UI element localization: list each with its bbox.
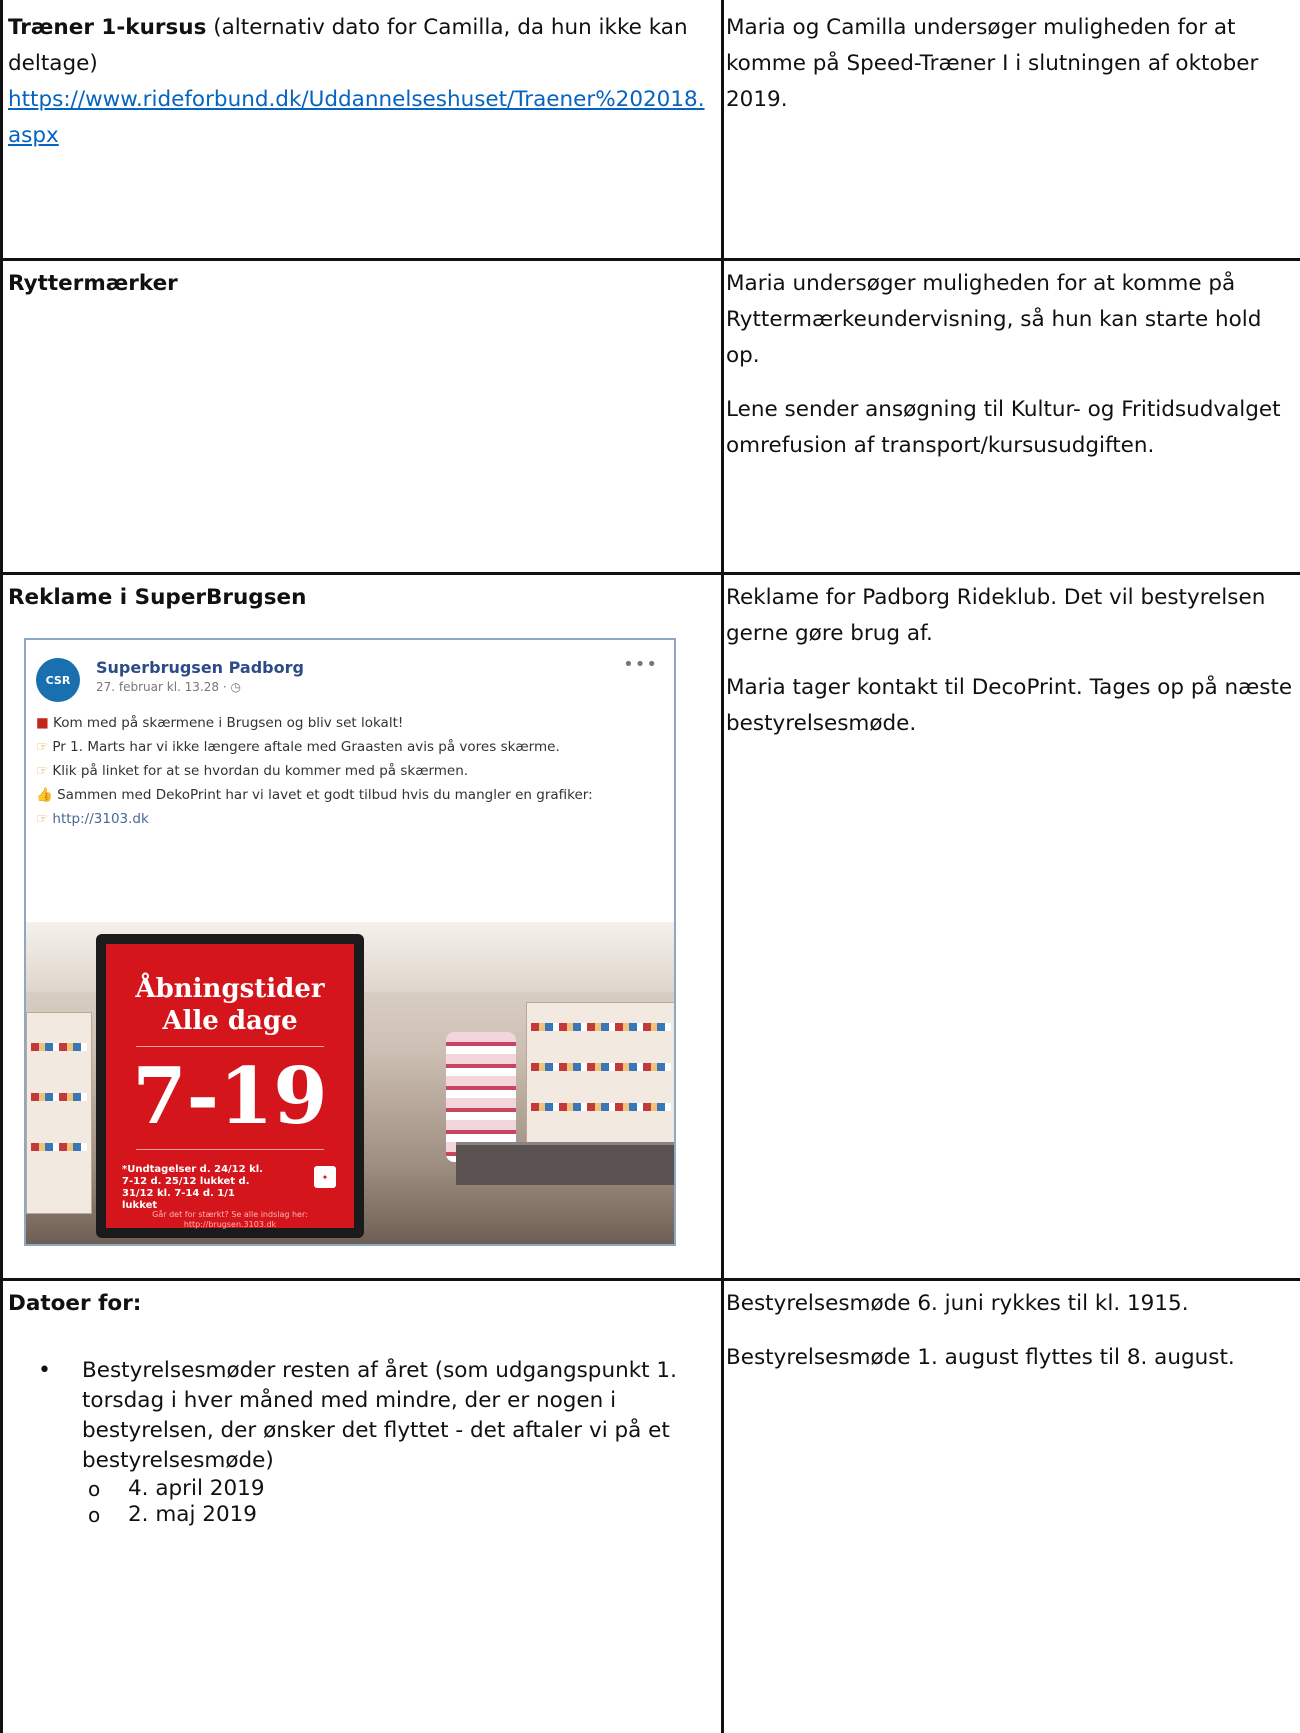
shelf xyxy=(26,1012,92,1214)
sign-footer: Går det for stærkt? Se alle indslag her:… xyxy=(152,1210,308,1229)
sign-screen: Åbningstider Alle dage 7-19 *Undtagelser… xyxy=(106,944,354,1229)
globe-icon: ◷ xyxy=(230,680,241,694)
post-page-name: Superbrugsen Padborg xyxy=(96,658,304,677)
row-1-link-wrap: https://www.rideforbund.dk/Uddannelseshu… xyxy=(8,82,710,154)
sub-list-item: o 2. maj 2019 xyxy=(8,1502,710,1528)
row-3-left-cell: Reklame i SuperBrugsen xyxy=(8,580,710,616)
facebook-post-screenshot: CSR Superbrugsen Padborg 27. februar kl.… xyxy=(24,638,676,1246)
post-line: ☞ http://3103.dk xyxy=(36,808,646,830)
row-divider xyxy=(0,572,1300,575)
post-line: 👍 Sammen med DekoPrint har vi lavet et g… xyxy=(36,784,646,806)
bullet-icon: • xyxy=(38,1358,51,1383)
circle-bullet-icon: o xyxy=(88,1477,101,1501)
shelf xyxy=(526,1002,674,1144)
row-divider xyxy=(0,1278,1300,1281)
more-options-icon: ••• xyxy=(623,654,658,675)
row-4-note-2: Bestyrelsesmøde 1. august flyttes til 8.… xyxy=(726,1345,1235,1370)
row-2-title: Ryttermærker xyxy=(8,271,178,296)
post-line-text: Pr 1. Marts har vi ikke længere aftale m… xyxy=(52,739,560,755)
post-link-text: http://3103.dk xyxy=(52,811,149,827)
row-3-note-2: Maria tager kontakt til DecoPrint. Tages… xyxy=(726,675,1293,736)
pointing-hand-icon: ☞ xyxy=(36,763,53,779)
sub-list-item-text: 2. maj 2019 xyxy=(128,1502,257,1527)
sign-divider xyxy=(136,1046,324,1047)
row-4-left-cell: Datoer for: xyxy=(8,1286,710,1322)
post-line: ☞ Klik på linket for at se hvordan du ko… xyxy=(36,760,646,782)
pointing-hand-icon: ☞ xyxy=(36,739,53,755)
row-1-left-cell: Træner 1-kursus (alternativ dato for Cam… xyxy=(8,10,710,154)
post-line-text: Sammen med DekoPrint har vi lavet et god… xyxy=(57,787,593,803)
meeting-dates-list: • Bestyrelsesmøder resten af året (som u… xyxy=(8,1356,710,1528)
red-pin-icon: ■ xyxy=(36,715,54,731)
row-1-note: Maria og Camilla undersøger muligheden f… xyxy=(726,15,1259,112)
row-1-right-cell: Maria og Camilla undersøger muligheden f… xyxy=(726,10,1300,118)
row-1-title: Træner 1-kursus xyxy=(8,15,207,40)
trainer-course-link[interactable]: https://www.rideforbund.dk/Uddannelseshu… xyxy=(8,87,705,148)
thumbs-up-icon: 👍 xyxy=(36,787,58,803)
row-2-note-1: Maria undersøger muligheden for at komme… xyxy=(726,271,1262,368)
pointing-hand-icon: ☞ xyxy=(36,811,53,827)
post-timestamp: 27. februar kl. 13.28 · ◷ xyxy=(96,680,241,694)
sign-heading: Åbningstider xyxy=(135,974,325,1004)
sub-list-item-text: 4. april 2019 xyxy=(128,1476,265,1501)
sign-divider xyxy=(136,1149,324,1150)
row-3-title: Reklame i SuperBrugsen xyxy=(8,585,307,610)
document-page: Træner 1-kursus (alternativ dato for Cam… xyxy=(0,0,1300,1733)
row-2-right-cell: Maria undersøger muligheden for at komme… xyxy=(726,266,1300,464)
sub-list-item: o 4. april 2019 xyxy=(8,1476,710,1502)
post-line-text: Klik på linket for at se hvordan du komm… xyxy=(52,763,469,779)
row-4-title: Datoer for: xyxy=(8,1291,142,1316)
opening-hours-sign: Åbningstider Alle dage 7-19 *Undtagelser… xyxy=(96,934,364,1238)
page-avatar: CSR xyxy=(36,658,80,702)
post-header: CSR Superbrugsen Padborg 27. februar kl.… xyxy=(36,654,664,702)
post-line: ■ Kom med på skærmene i Brugsen og bliv … xyxy=(36,712,646,734)
store-photo: Åbningstider Alle dage 7-19 *Undtagelser… xyxy=(26,922,674,1244)
post-body: ■ Kom med på skærmene i Brugsen og bliv … xyxy=(36,712,646,832)
sign-hours: 7-19 xyxy=(132,1051,328,1142)
post-line-text: Kom med på skærmene i Brugsen og bliv se… xyxy=(53,715,404,731)
sign-subheading: Alle dage xyxy=(162,1006,298,1036)
store-logo: ✦ xyxy=(314,1166,336,1188)
post-line: ☞ Pr 1. Marts har vi ikke længere aftale… xyxy=(36,736,646,758)
row-4-note-1: Bestyrelsesmøde 6. juni rykkes til kl. 1… xyxy=(726,1291,1189,1316)
checkout-counter xyxy=(456,1142,674,1185)
sign-exceptions: *Undtagelser d. 24/12 kl. 7-12 d. 25/12 … xyxy=(122,1164,263,1211)
list-item: • Bestyrelsesmøder resten af året (som u… xyxy=(8,1356,710,1476)
row-4-right-cell: Bestyrelsesmøde 6. juni rykkes til kl. 1… xyxy=(726,1286,1300,1376)
row-1-heading: Træner 1-kursus (alternativ dato for Cam… xyxy=(8,10,710,82)
row-3-note-1: Reklame for Padborg Rideklub. Det vil be… xyxy=(726,585,1266,646)
post-time-text: 27. februar kl. 13.28 · xyxy=(96,680,231,694)
circle-bullet-icon: o xyxy=(88,1503,101,1527)
list-item-text: Bestyrelsesmøder resten af året (som udg… xyxy=(82,1358,677,1473)
row-2-left-cell: Ryttermærker xyxy=(8,266,710,302)
row-2-note-2: Lene sender ansøgning til Kultur- og Fri… xyxy=(726,397,1281,458)
row-divider xyxy=(0,258,1300,261)
row-3-right-cell: Reklame for Padborg Rideklub. Det vil be… xyxy=(726,580,1300,742)
